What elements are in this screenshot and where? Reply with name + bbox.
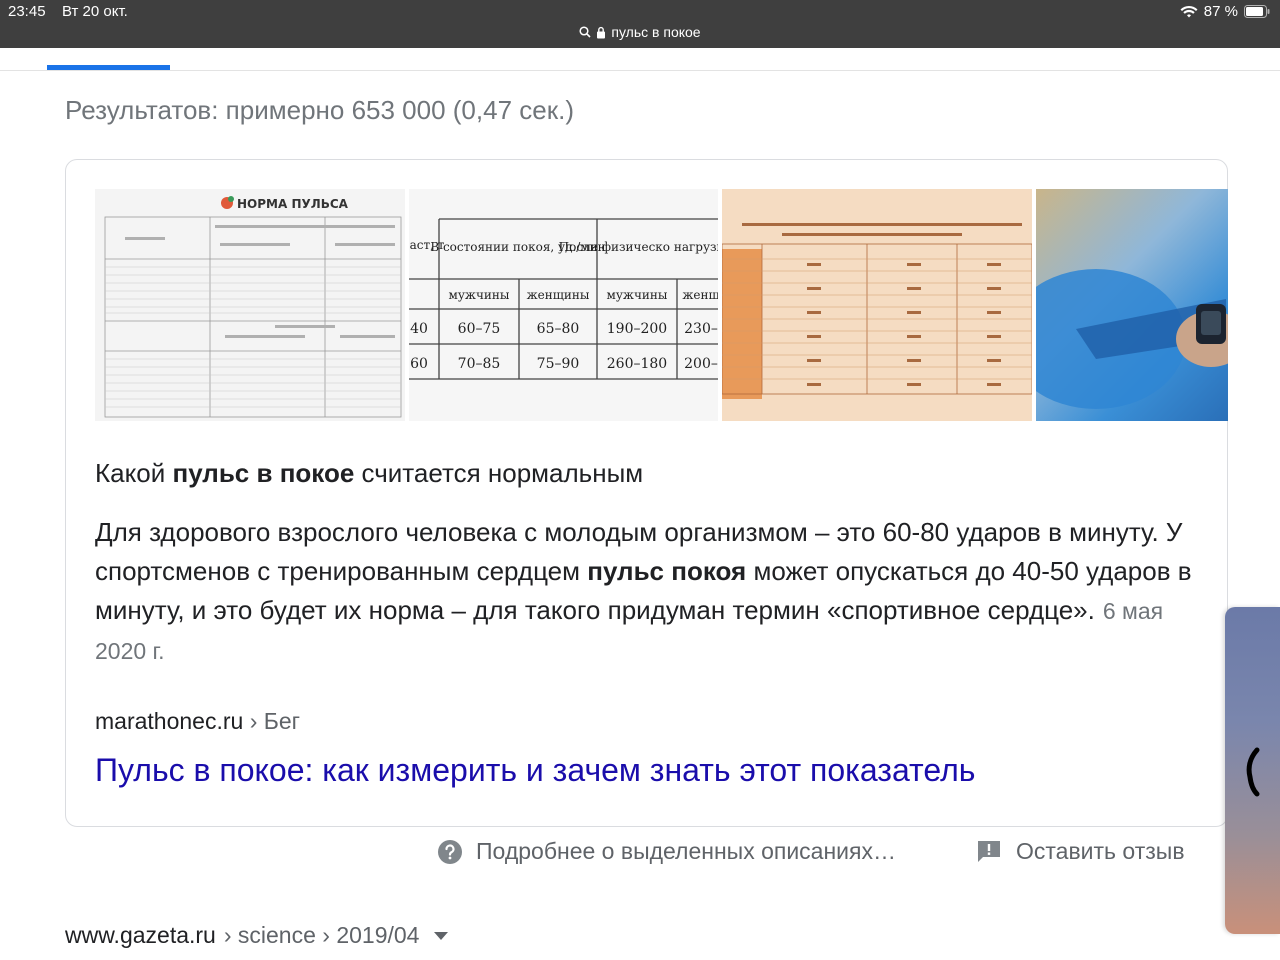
about-featured-snippets-link[interactable]: Подробнее о выделенных описаниях… (437, 838, 896, 865)
image-1-title: НОРМА ПУЛЬСА (237, 197, 349, 211)
image-2-sub-1: мужчины (449, 288, 510, 302)
snippet-title-pre: Какой (95, 458, 173, 488)
search-icon (579, 26, 591, 38)
snippet-body-bold: пульс покоя (587, 556, 747, 586)
snippet-title-bold: пульс в покое (172, 458, 355, 488)
snippet-title-post: считается нормальным (354, 458, 644, 488)
snippet-source-cite[interactable]: marathonec.ru › Бег (95, 708, 300, 735)
image-2-r1c0: 40 (410, 321, 428, 337)
address-bar[interactable]: пульс в покое (0, 24, 1280, 40)
image-2-r2c3: 260–180 (607, 356, 667, 372)
status-date: Вт 20 окт. (62, 3, 128, 20)
battery-icon (1244, 5, 1270, 18)
next-result-domain: www.gazeta.ru (65, 922, 216, 948)
feedback-link[interactable]: Оставить отзыв (976, 838, 1185, 865)
image-2-sub-2: женщины (527, 288, 590, 302)
snippet-image-strip: НОРМА ПУЛЬСА аст, т В состоянии покоя, у… (95, 189, 1228, 421)
image-2-r1c4: 230– (684, 321, 718, 337)
active-tab-indicator (47, 65, 170, 70)
help-icon (438, 839, 462, 864)
lock-icon (597, 26, 606, 38)
image-2-r2c1: 70–85 (458, 356, 501, 372)
image-2-r2c4: 200– (684, 356, 718, 372)
wifi-icon (1180, 5, 1198, 17)
source-breadcrumb: › Бег (249, 708, 301, 734)
feedback-label: Оставить отзыв (1016, 838, 1185, 864)
image-2-r1c2: 65–80 (537, 321, 580, 337)
snippet-result-link[interactable]: Пульс в покое: как измерить и зачем знат… (95, 752, 975, 789)
snippet-body: Для здорового взрослого человека с молод… (95, 513, 1205, 671)
browser-top-bar: 23:45 Вт 20 окт. 87 % пульс в покое (0, 0, 1280, 48)
snippet-image-4[interactable] (1036, 189, 1228, 421)
panel-handle-icon[interactable] (1245, 747, 1261, 797)
result-stats: Результатов: примерно 653 000 (0,47 сек.… (65, 95, 574, 125)
side-pull-panel[interactable] (1225, 607, 1280, 934)
status-time: 23:45 (8, 3, 46, 20)
image-2-r2c2: 75–90 (537, 356, 580, 372)
snippet-image-1[interactable]: НОРМА ПУЛЬСА (95, 189, 405, 421)
tabs-divider (0, 70, 1280, 71)
status-right: 87 % (1180, 3, 1270, 20)
battery-percent: 87 % (1203, 3, 1238, 20)
image-2-r1c3: 190–200 (607, 321, 667, 337)
address-query: пульс в покое (611, 24, 701, 40)
image-2-sub-4: женщ (682, 288, 718, 302)
next-result-cite[interactable]: www.gazeta.ru › science › 2019/04 (65, 922, 449, 949)
about-label: Подробнее о выделенных описаниях… (476, 838, 896, 864)
image-2-r2c0: 60 (410, 356, 428, 372)
image-2-r1c1: 60–75 (458, 321, 501, 337)
dropdown-caret-icon[interactable] (433, 931, 449, 941)
source-domain: marathonec.ru (95, 708, 244, 734)
image-2-sub-3: мужчины (607, 288, 668, 302)
feedback-icon (978, 840, 1000, 862)
image-2-header-2: После физическо нагрузки, уд./ми (559, 240, 718, 254)
snippet-title: Какой пульс в покое считается нормальным (95, 458, 643, 489)
next-result-breadcrumb: › science › 2019/04 (223, 922, 420, 948)
snippet-image-2[interactable]: аст, т В состоянии покоя, уд./мин После … (409, 189, 718, 421)
snippet-image-3[interactable] (722, 189, 1032, 421)
